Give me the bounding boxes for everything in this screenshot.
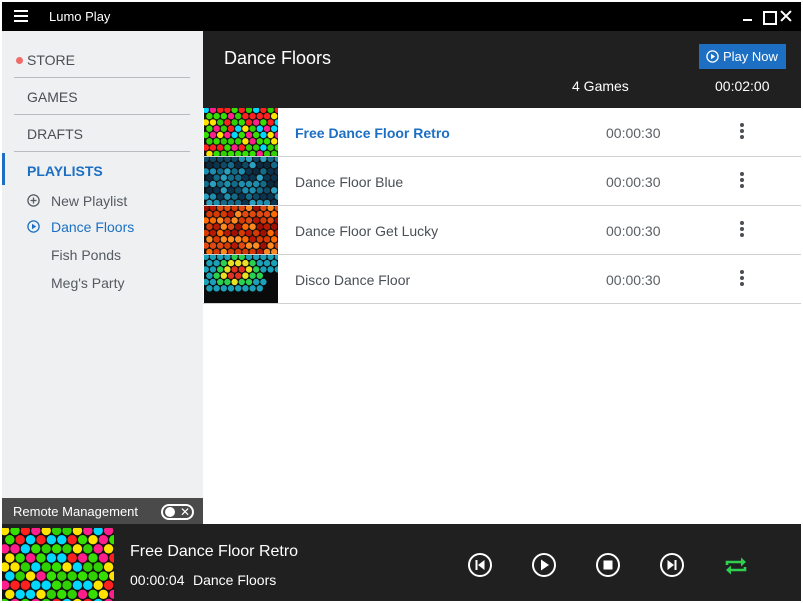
app-window: Lumo Play STORE GAMES DRAFTS PLAYLISTS N…	[2, 2, 801, 601]
play-circle-icon	[706, 50, 719, 63]
game-name: Free Dance Floor Retro	[295, 125, 450, 141]
plus-circle-icon	[27, 194, 40, 207]
play-circle-icon	[27, 220, 40, 233]
playlist-item-dance-floors[interactable]: Dance Floors	[24, 215, 194, 239]
playlist-label: Dance Floors	[51, 219, 135, 235]
sidebar: STORE GAMES DRAFTS PLAYLISTS New Playlis…	[2, 31, 203, 498]
game-list: Free Dance Floor Retro 00:00:30 Dance Fl…	[203, 108, 801, 523]
now-playing-playlist: Dance Floors	[193, 572, 277, 588]
remote-management-label: Remote Management	[13, 504, 139, 519]
remote-management-toggle[interactable]: ✕	[161, 504, 194, 520]
now-playing-elapsed: 00:00:04	[130, 572, 185, 588]
toggle-knob	[165, 507, 175, 517]
nav-item-games[interactable]: GAMES	[14, 78, 190, 115]
app-title: Lumo Play	[49, 9, 111, 24]
play-button[interactable]	[531, 552, 557, 578]
more-options-icon[interactable]	[735, 122, 749, 142]
remote-management-bar: Remote Management ✕	[2, 498, 203, 524]
list-item[interactable]: Free Dance Floor Retro 00:00:30	[203, 108, 801, 157]
minimize-button[interactable]	[739, 7, 757, 25]
game-name: Dance Floor Get Lucky	[295, 223, 439, 239]
playlist-label: Fish Ponds	[51, 247, 122, 263]
new-playlist-button[interactable]: New Playlist	[24, 189, 194, 213]
stop-button[interactable]	[595, 552, 621, 578]
list-item[interactable]: Disco Dance Floor 00:00:30	[203, 255, 801, 304]
now-playing-bar: Free Dance Floor Retro 00:00:04 Dance Fl…	[2, 524, 801, 601]
active-indicator	[2, 153, 5, 185]
playlist-header: Dance Floors Play Now 4 Games 00:02:00	[203, 31, 801, 108]
game-thumbnail	[204, 108, 278, 156]
play-now-button[interactable]: Play Now	[699, 44, 786, 69]
game-duration: 00:00:30	[606, 272, 661, 288]
more-options-icon[interactable]	[735, 269, 749, 289]
nav-item-playlists[interactable]: PLAYLISTS	[14, 152, 190, 189]
nav-item-drafts[interactable]: DRAFTS	[14, 115, 190, 152]
page-title: Dance Floors	[224, 48, 332, 68]
list-item[interactable]: Dance Floor Blue 00:00:30	[203, 157, 801, 206]
game-duration: 00:00:30	[606, 125, 661, 141]
close-button[interactable]	[777, 7, 795, 25]
nav-item-store[interactable]: STORE	[14, 41, 190, 78]
title-bar: Lumo Play	[2, 2, 801, 31]
game-thumbnail	[204, 157, 278, 205]
nav-item-label: GAMES	[27, 89, 78, 105]
notification-dot-icon	[16, 57, 23, 64]
more-options-icon[interactable]	[735, 171, 749, 191]
list-item[interactable]: Dance Floor Get Lucky 00:00:30	[203, 206, 801, 255]
game-name: Disco Dance Floor	[295, 272, 411, 288]
game-thumbnail	[204, 206, 278, 254]
game-duration: 00:00:30	[606, 223, 661, 239]
toggle-off-icon: ✕	[180, 505, 191, 519]
previous-button[interactable]	[467, 552, 493, 578]
nav-item-label: STORE	[27, 52, 75, 68]
hamburger-menu-icon[interactable]	[14, 10, 28, 22]
now-playing-title: Free Dance Floor Retro	[130, 543, 299, 560]
game-count: 4 Games	[572, 78, 629, 94]
nav-item-label: PLAYLISTS	[27, 163, 103, 179]
game-duration: 00:00:30	[606, 174, 661, 190]
next-button[interactable]	[659, 552, 685, 578]
game-thumbnail	[204, 255, 278, 303]
nav-item-label: DRAFTS	[27, 126, 83, 142]
game-name: Dance Floor Blue	[295, 174, 404, 190]
playlist-label: New Playlist	[51, 193, 128, 209]
repeat-icon[interactable]	[723, 553, 749, 579]
total-duration: 00:02:00	[715, 78, 770, 94]
play-now-label: Play Now	[723, 49, 778, 64]
now-playing-thumbnail	[2, 528, 114, 601]
maximize-button[interactable]	[759, 7, 777, 25]
playlist-label: Meg's Party	[51, 275, 125, 291]
playlist-item-fish-ponds[interactable]: Fish Ponds	[24, 243, 194, 267]
playlist-item-megs-party[interactable]: Meg's Party	[24, 271, 194, 295]
more-options-icon[interactable]	[735, 220, 749, 240]
